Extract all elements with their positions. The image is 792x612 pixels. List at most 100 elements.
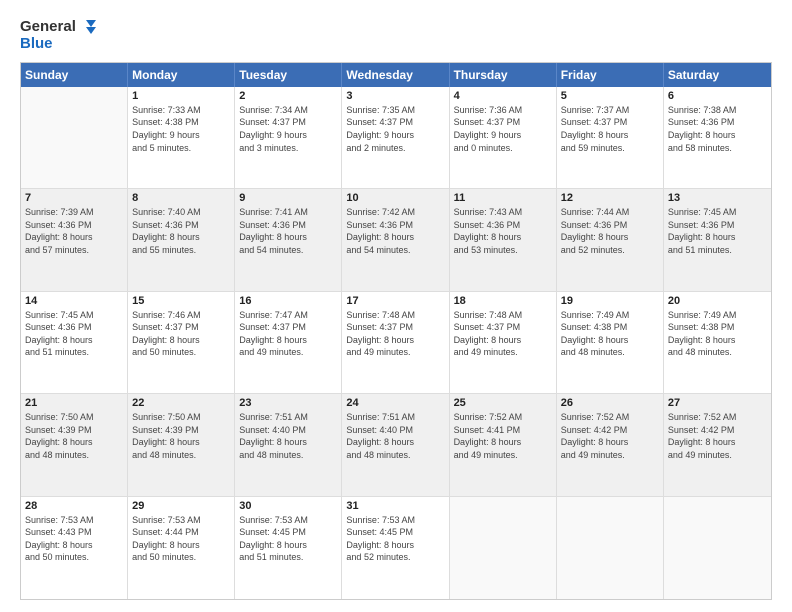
- calendar-body: 1 Sunrise: 7:33 AM Sunset: 4:38 PM Daylig…: [21, 87, 771, 599]
- calendar-week-row: 14 Sunrise: 7:45 AM Sunset: 4:36 PM Dayli…: [21, 292, 771, 394]
- day-number: 3: [346, 90, 444, 102]
- day-number: 28: [25, 500, 123, 512]
- calendar-day-cell: 3 Sunrise: 7:35 AM Sunset: 4:37 PM Daylig…: [342, 87, 449, 188]
- logo: General Blue: [20, 18, 96, 52]
- calendar-day-cell: 24 Sunrise: 7:51 AM Sunset: 4:40 PM Dayli…: [342, 394, 449, 495]
- calendar-day-cell: 12 Sunrise: 7:44 AM Sunset: 4:36 PM Dayli…: [557, 189, 664, 290]
- day-info: Sunrise: 7:43 AM Sunset: 4:36 PM Dayligh…: [454, 206, 552, 256]
- day-number: 24: [346, 397, 444, 409]
- day-info: Sunrise: 7:44 AM Sunset: 4:36 PM Dayligh…: [561, 206, 659, 256]
- day-info: Sunrise: 7:45 AM Sunset: 4:36 PM Dayligh…: [668, 206, 767, 256]
- day-info: Sunrise: 7:39 AM Sunset: 4:36 PM Dayligh…: [25, 206, 123, 256]
- calendar-day-cell: [557, 497, 664, 599]
- day-info: Sunrise: 7:53 AM Sunset: 4:43 PM Dayligh…: [25, 514, 123, 564]
- day-number: 10: [346, 192, 444, 204]
- day-number: 25: [454, 397, 552, 409]
- day-info: Sunrise: 7:45 AM Sunset: 4:36 PM Dayligh…: [25, 309, 123, 359]
- day-info: Sunrise: 7:52 AM Sunset: 4:42 PM Dayligh…: [561, 411, 659, 461]
- calendar-day-cell: [450, 497, 557, 599]
- calendar-day-cell: [664, 497, 771, 599]
- day-info: Sunrise: 7:41 AM Sunset: 4:36 PM Dayligh…: [239, 206, 337, 256]
- calendar-day-cell: 19Sunrise: 7:49 AM Sunset: 4:38 PM Dayli…: [557, 292, 664, 393]
- day-number: 26: [561, 397, 659, 409]
- header: General Blue: [20, 18, 772, 52]
- day-info: Sunrise: 7:52 AM Sunset: 4:42 PM Dayligh…: [668, 411, 767, 461]
- logo-arrow-icon: [78, 18, 96, 36]
- calendar-day-cell: 8Sunrise: 7:40 AM Sunset: 4:36 PM Daylig…: [128, 189, 235, 290]
- calendar-day-cell: 4Sunrise: 7:36 AM Sunset: 4:37 PM Daylig…: [450, 87, 557, 188]
- calendar-week-row: 1 Sunrise: 7:33 AM Sunset: 4:38 PM Daylig…: [21, 87, 771, 189]
- logo-graphic: General Blue: [20, 18, 96, 52]
- calendar-day-cell: 13 Sunrise: 7:45 AM Sunset: 4:36 PM Dayli…: [664, 189, 771, 290]
- calendar-header-cell: Wednesday: [342, 63, 449, 87]
- day-info: Sunrise: 7:49 AM Sunset: 4:38 PM Dayligh…: [561, 309, 659, 359]
- calendar-day-cell: 31 Sunrise: 7:53 AM Sunset: 4:45 PM Dayli…: [342, 497, 449, 599]
- day-info: Sunrise: 7:51 AM Sunset: 4:40 PM Dayligh…: [346, 411, 444, 461]
- calendar-header-cell: Saturday: [664, 63, 771, 87]
- day-number: 7: [25, 192, 123, 204]
- day-number: 15: [132, 295, 230, 307]
- calendar-day-cell: 6Sunrise: 7:38 AM Sunset: 4:36 PM Daylig…: [664, 87, 771, 188]
- calendar-day-cell: [21, 87, 128, 188]
- day-info: Sunrise: 7:51 AM Sunset: 4:40 PM Dayligh…: [239, 411, 337, 461]
- day-number: 14: [25, 295, 123, 307]
- day-number: 13: [668, 192, 767, 204]
- calendar-day-cell: 25Sunrise: 7:52 AM Sunset: 4:41 PM Dayli…: [450, 394, 557, 495]
- calendar-day-cell: 9Sunrise: 7:41 AM Sunset: 4:36 PM Daylig…: [235, 189, 342, 290]
- day-number: 23: [239, 397, 337, 409]
- calendar-day-cell: 26 Sunrise: 7:52 AM Sunset: 4:42 PM Dayli…: [557, 394, 664, 495]
- day-number: 31: [346, 500, 444, 512]
- day-number: 21: [25, 397, 123, 409]
- day-info: Sunrise: 7:33 AM Sunset: 4:38 PM Dayligh…: [132, 104, 230, 154]
- day-number: 12: [561, 192, 659, 204]
- calendar-day-cell: 20 Sunrise: 7:49 AM Sunset: 4:38 PM Dayli…: [664, 292, 771, 393]
- calendar-day-cell: 7 Sunrise: 7:39 AM Sunset: 4:36 PM Daylig…: [21, 189, 128, 290]
- day-number: 5: [561, 90, 659, 102]
- day-info: Sunrise: 7:53 AM Sunset: 4:45 PM Dayligh…: [239, 514, 337, 564]
- day-info: Sunrise: 7:50 AM Sunset: 4:39 PM Dayligh…: [25, 411, 123, 461]
- calendar-day-cell: 11 Sunrise: 7:43 AM Sunset: 4:36 PM Dayli…: [450, 189, 557, 290]
- day-number: 18: [454, 295, 552, 307]
- calendar-day-cell: 27 Sunrise: 7:52 AM Sunset: 4:42 PM Dayli…: [664, 394, 771, 495]
- day-info: Sunrise: 7:53 AM Sunset: 4:44 PM Dayligh…: [132, 514, 230, 564]
- day-number: 17: [346, 295, 444, 307]
- calendar-day-cell: 28 Sunrise: 7:53 AM Sunset: 4:43 PM Dayli…: [21, 497, 128, 599]
- calendar-header: SundayMondayTuesdayWednesdayThursdayFrid…: [21, 63, 771, 87]
- day-number: 2: [239, 90, 337, 102]
- calendar-day-cell: 5 Sunrise: 7:37 AM Sunset: 4:37 PM Daylig…: [557, 87, 664, 188]
- calendar-week-row: 21 Sunrise: 7:50 AM Sunset: 4:39 PM Dayli…: [21, 394, 771, 496]
- day-number: 29: [132, 500, 230, 512]
- calendar-week-row: 28 Sunrise: 7:53 AM Sunset: 4:43 PM Dayli…: [21, 497, 771, 599]
- day-info: Sunrise: 7:49 AM Sunset: 4:38 PM Dayligh…: [668, 309, 767, 359]
- calendar-day-cell: 30 Sunrise: 7:53 AM Sunset: 4:45 PM Dayli…: [235, 497, 342, 599]
- calendar-header-cell: Sunday: [21, 63, 128, 87]
- calendar-day-cell: 14 Sunrise: 7:45 AM Sunset: 4:36 PM Dayli…: [21, 292, 128, 393]
- day-info: Sunrise: 7:35 AM Sunset: 4:37 PM Dayligh…: [346, 104, 444, 154]
- calendar-day-cell: 2Sunrise: 7:34 AM Sunset: 4:37 PM Daylig…: [235, 87, 342, 188]
- calendar-day-cell: 17Sunrise: 7:48 AM Sunset: 4:37 PM Dayli…: [342, 292, 449, 393]
- calendar-day-cell: 21 Sunrise: 7:50 AM Sunset: 4:39 PM Dayli…: [21, 394, 128, 495]
- day-info: Sunrise: 7:53 AM Sunset: 4:45 PM Dayligh…: [346, 514, 444, 564]
- calendar-day-cell: 22Sunrise: 7:50 AM Sunset: 4:39 PM Dayli…: [128, 394, 235, 495]
- day-info: Sunrise: 7:38 AM Sunset: 4:36 PM Dayligh…: [668, 104, 767, 154]
- day-info: Sunrise: 7:42 AM Sunset: 4:36 PM Dayligh…: [346, 206, 444, 256]
- calendar-day-cell: 16 Sunrise: 7:47 AM Sunset: 4:37 PM Dayli…: [235, 292, 342, 393]
- calendar-header-cell: Tuesday: [235, 63, 342, 87]
- day-number: 4: [454, 90, 552, 102]
- day-info: Sunrise: 7:48 AM Sunset: 4:37 PM Dayligh…: [454, 309, 552, 359]
- day-info: Sunrise: 7:50 AM Sunset: 4:39 PM Dayligh…: [132, 411, 230, 461]
- calendar-day-cell: 18 Sunrise: 7:48 AM Sunset: 4:37 PM Dayli…: [450, 292, 557, 393]
- day-info: Sunrise: 7:40 AM Sunset: 4:36 PM Dayligh…: [132, 206, 230, 256]
- day-number: 16: [239, 295, 337, 307]
- day-number: 1: [132, 90, 230, 102]
- day-info: Sunrise: 7:47 AM Sunset: 4:37 PM Dayligh…: [239, 309, 337, 359]
- day-number: 30: [239, 500, 337, 512]
- page: General Blue SundayMondayTuesdayWednesda…: [0, 0, 792, 612]
- calendar-day-cell: 29 Sunrise: 7:53 AM Sunset: 4:44 PM Dayli…: [128, 497, 235, 599]
- day-number: 20: [668, 295, 767, 307]
- day-info: Sunrise: 7:37 AM Sunset: 4:37 PM Dayligh…: [561, 104, 659, 154]
- calendar-day-cell: 1 Sunrise: 7:33 AM Sunset: 4:38 PM Daylig…: [128, 87, 235, 188]
- calendar-header-cell: Friday: [557, 63, 664, 87]
- day-number: 11: [454, 192, 552, 204]
- day-number: 27: [668, 397, 767, 409]
